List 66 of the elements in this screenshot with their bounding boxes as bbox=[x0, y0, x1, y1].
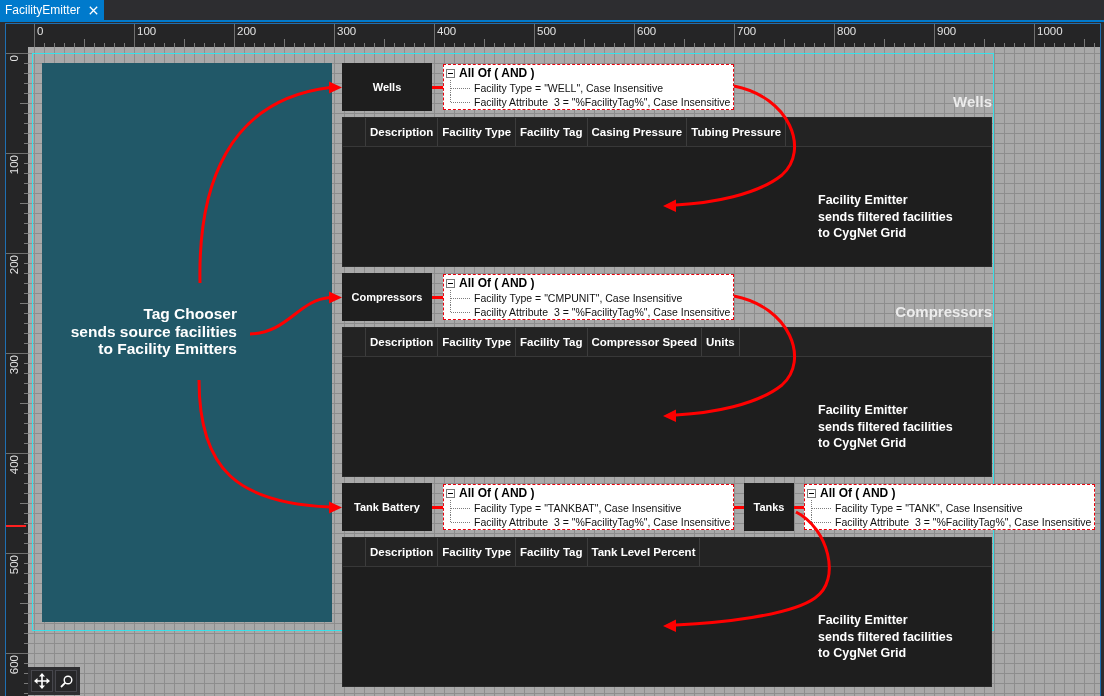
column-header[interactable]: Description bbox=[366, 118, 439, 146]
filter-condition: Facility Type = "TANKBAT", Case Insensitive bbox=[474, 502, 682, 514]
ruler-label: 200 bbox=[237, 25, 257, 38]
column-header[interactable]: Casing Pressure bbox=[587, 118, 688, 146]
filter-condition: Facility Attribute 3 = "%FacilityTag%", Case Insensitive bbox=[474, 516, 731, 528]
cursor-position-marker bbox=[6, 525, 26, 527]
grid-caption: Facility Emitter sends filtered facilities to CygNet Grid bbox=[818, 192, 953, 242]
tag-chooser-caption: Tag Chooser sends source facilities to Facility Emitters bbox=[70, 305, 237, 358]
zoom-button[interactable] bbox=[55, 670, 77, 692]
ruler-label: 600 bbox=[637, 25, 657, 38]
filter-condition: Facility Type = "TANK", Case Insensitive bbox=[835, 502, 1023, 514]
ruler-label: 200 bbox=[8, 255, 21, 275]
ruler-label: 500 bbox=[537, 25, 557, 38]
column-header[interactable]: Facility Type bbox=[438, 328, 517, 356]
filter-condition: Facility Type = "WELL", Case Insensitive bbox=[474, 82, 664, 94]
column-header[interactable]: Facility Tag bbox=[516, 328, 588, 356]
ruler-label: 0 bbox=[37, 25, 44, 38]
column-header[interactable]: Facility Tag bbox=[516, 118, 588, 146]
emitter-node: Tank Battery bbox=[342, 483, 432, 531]
collapse-icon[interactable] bbox=[807, 489, 816, 498]
column-header[interactable]: Tank Level Percent bbox=[587, 538, 701, 566]
filter-group-label: All Of ( AND ) bbox=[459, 486, 535, 501]
ruler-label: 500 bbox=[8, 555, 21, 575]
filter-condition: Facility Attribute 3 = "%FacilityTag%", Case Insensitive bbox=[835, 516, 1092, 528]
filter-condition: Facility Attribute 3 = "%FacilityTag%", Case Insensitive bbox=[474, 306, 731, 318]
section-label: Wells bbox=[953, 94, 992, 110]
ruler-label: 300 bbox=[8, 355, 21, 375]
collapse-icon[interactable] bbox=[446, 69, 455, 78]
collapse-icon[interactable] bbox=[446, 489, 455, 498]
section-label: Compressors bbox=[895, 304, 992, 320]
ruler-label: 0 bbox=[8, 55, 21, 62]
ruler-label: 400 bbox=[437, 25, 457, 38]
ruler-label: 100 bbox=[137, 25, 157, 38]
ruler-label: 100 bbox=[8, 155, 21, 175]
emitter-node: Compressors bbox=[342, 273, 432, 321]
close-icon bbox=[89, 5, 99, 15]
ruler-label: 800 bbox=[837, 25, 857, 38]
filter-condition: Facility Attribute 3 = "%FacilityTag%", Case Insensitive bbox=[474, 96, 731, 108]
ruler-label: 1000 bbox=[1037, 25, 1063, 38]
grid-caption: Facility Emitter sends filtered facilities to CygNet Grid bbox=[818, 402, 953, 452]
move-icon bbox=[34, 673, 50, 689]
grid-caption: Facility Emitter sends filtered facilities to CygNet Grid bbox=[818, 612, 953, 662]
column-header[interactable]: Facility Type bbox=[438, 538, 517, 566]
emitter-node: Tanks bbox=[744, 483, 794, 531]
pan-button[interactable] bbox=[31, 670, 53, 692]
column-header[interactable]: Description bbox=[366, 328, 439, 356]
column-header[interactable]: Facility Tag bbox=[516, 538, 588, 566]
filter-condition: Facility Type = "CMPUNIT", Case Insensitive bbox=[474, 292, 683, 304]
filter-group-label: All Of ( AND ) bbox=[459, 276, 535, 291]
document-tab[interactable]: FacilityEmitter bbox=[0, 0, 105, 20]
magnifier-icon bbox=[59, 674, 73, 688]
ruler-label: 400 bbox=[8, 455, 21, 475]
collapse-icon[interactable] bbox=[446, 279, 455, 288]
emitter-node: Wells bbox=[342, 63, 432, 111]
ruler-label: 300 bbox=[337, 25, 357, 38]
ruler-label: 600 bbox=[8, 655, 21, 675]
filter-group-label: All Of ( AND ) bbox=[820, 486, 896, 501]
ruler-label: 900 bbox=[937, 25, 957, 38]
close-tab-button[interactable] bbox=[89, 5, 99, 15]
column-header[interactable]: Description bbox=[366, 538, 439, 566]
column-header[interactable]: Tubing Pressure bbox=[687, 118, 787, 146]
column-header[interactable]: Compressor Speed bbox=[587, 328, 702, 356]
filter-group-label: All Of ( AND ) bbox=[459, 66, 535, 81]
column-header[interactable]: Facility Type bbox=[438, 118, 517, 146]
column-header[interactable]: Units bbox=[701, 328, 740, 356]
ruler-label: 700 bbox=[737, 25, 757, 38]
